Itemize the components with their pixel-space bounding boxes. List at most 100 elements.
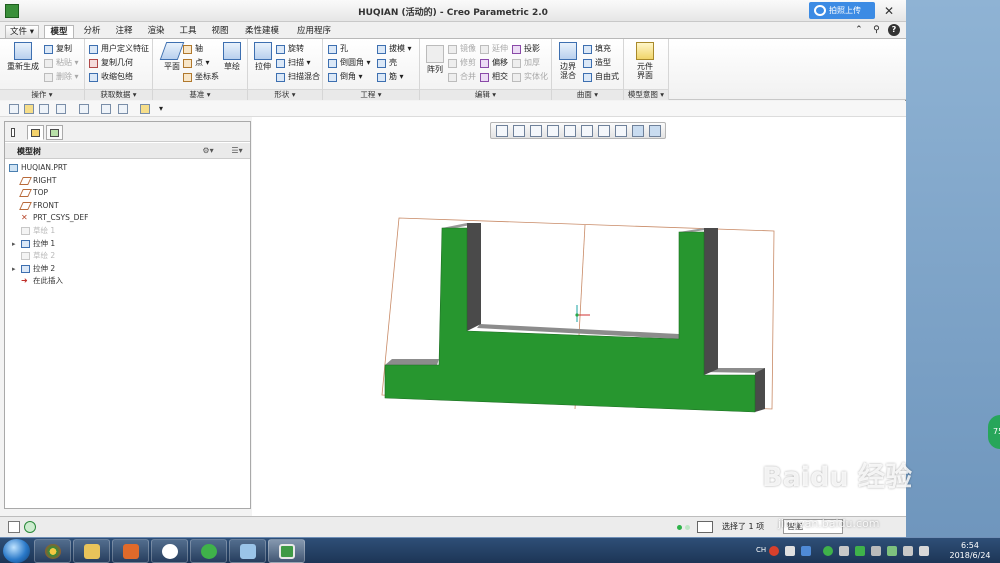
taskbar-creo[interactable] [268, 539, 305, 563]
side-float-bubble[interactable]: 75 [988, 415, 1000, 449]
tree-node[interactable]: RIGHT [5, 175, 250, 188]
saved-views-icon[interactable] [581, 125, 593, 137]
round-button[interactable]: 倒圆角 ▾ [328, 57, 371, 69]
delete-button[interactable]: 删除 ▾ [44, 71, 79, 83]
group-label-datum[interactable]: 基准 ▾ [153, 89, 247, 100]
tray-flag-icon[interactable] [903, 546, 913, 556]
shrinkwrap-button[interactable]: 收缩包络 [89, 71, 133, 83]
pattern-button[interactable]: 阵列 [418, 45, 452, 74]
boundary-blend-button[interactable]: 边界混合 [551, 42, 585, 80]
tab-tools[interactable]: 工具 [174, 25, 202, 38]
taskbar-paint[interactable] [229, 539, 266, 563]
shell-button[interactable]: 壳 [377, 57, 397, 69]
revolve-button[interactable]: 旋转 [276, 43, 304, 55]
start-button[interactable] [3, 539, 30, 563]
extrude-button[interactable]: 拉伸 [246, 42, 280, 71]
refit-icon[interactable] [496, 125, 508, 137]
rib-button[interactable]: 筋 ▾ [377, 71, 404, 83]
style-button[interactable]: 造型 [583, 57, 611, 69]
tray-volume-icon[interactable] [919, 546, 929, 556]
hole-button[interactable]: 孔 [328, 43, 348, 55]
fill-button[interactable]: 填充 [583, 43, 611, 55]
point-button[interactable]: 点 ▾ [183, 57, 210, 69]
project-button[interactable]: 投影 [512, 43, 540, 55]
merge-button[interactable]: 合并 [448, 71, 476, 83]
tree-columns-icon[interactable]: ☰▾ [231, 145, 243, 157]
tree-node[interactable]: ▸ 拉伸 1 [5, 238, 250, 251]
tree-node[interactable]: ➜ 在此插入 [5, 275, 250, 288]
tab-view[interactable]: 视图 [206, 25, 234, 38]
sketch-button[interactable]: 草绘 [215, 42, 249, 71]
tab-applications[interactable]: 应用程序 [290, 25, 338, 38]
tree-node[interactable]: 草绘 2 [5, 250, 250, 263]
group-label-operations[interactable]: 操作 ▾ [0, 89, 84, 100]
tree-toggle-icon[interactable] [8, 125, 25, 140]
taskbar-media[interactable] [112, 539, 149, 563]
csys-button[interactable]: 坐标系 [183, 71, 219, 83]
taskbar-explorer[interactable] [73, 539, 110, 563]
freestyle-button[interactable]: 自由式 [583, 71, 619, 83]
help-icon[interactable]: ? [888, 24, 900, 36]
trim-button[interactable]: 修剪 [448, 57, 476, 69]
toggle-navigator-icon[interactable] [8, 521, 20, 533]
component-interface-button[interactable]: 元件界面 [628, 42, 662, 80]
new-icon[interactable] [9, 104, 19, 114]
sweep-button[interactable]: 扫描 ▾ [276, 57, 311, 69]
graphics-viewport[interactable] [252, 117, 906, 516]
tab-render[interactable]: 渲染 [142, 25, 170, 38]
redo-icon[interactable] [79, 104, 89, 114]
tree-node[interactable]: TOP [5, 187, 250, 200]
group-label-model-intent[interactable]: 模型意图 ▾ [624, 89, 668, 100]
customize-qat-icon[interactable]: ▾ [159, 104, 166, 114]
minimize-ribbon-icon[interactable]: ⌃ [853, 24, 865, 36]
group-label-engineering[interactable]: 工程 ▾ [323, 89, 419, 100]
tab-model[interactable]: 模型 [44, 25, 74, 38]
language-indicator[interactable]: CH [756, 546, 766, 554]
paste-button[interactable]: 粘贴 ▾ [44, 57, 79, 69]
group-label-shapes[interactable]: 形状 ▾ [248, 89, 322, 100]
annotation-display-icon[interactable] [649, 125, 661, 137]
tab-annotate[interactable]: 注释 [110, 25, 138, 38]
tree-node[interactable]: ✕ PRT_CSYS_DEF [5, 212, 250, 225]
tab-flexible-modeling[interactable]: 柔性建模 [238, 25, 286, 38]
tree-node[interactable]: ▸ 拉伸 2 [5, 263, 250, 276]
tree-expand-icon[interactable]: ▸ [12, 263, 16, 275]
zoom-in-icon[interactable] [513, 125, 525, 137]
save-icon[interactable] [39, 104, 49, 114]
chamfer-button[interactable]: 倒角 ▾ [328, 71, 363, 83]
file-menu[interactable]: 文件 ▾ [5, 25, 39, 38]
copy-geometry-button[interactable]: 复制几何 [89, 57, 133, 69]
search-icon[interactable]: ⚲ [870, 24, 882, 36]
undo-icon[interactable] [56, 104, 66, 114]
folder-browser-tab[interactable] [46, 125, 63, 140]
thicken-button[interactable]: 加厚 [512, 57, 540, 69]
browser-icon[interactable] [24, 521, 36, 533]
regenerate-small-icon[interactable] [101, 104, 111, 114]
close-window-icon[interactable] [140, 104, 150, 114]
extend-button[interactable]: 延伸 [480, 43, 508, 55]
group-label-surfaces[interactable]: 曲面 ▾ [552, 89, 623, 100]
tray-bell-icon[interactable] [839, 546, 849, 556]
zoom-out-icon[interactable] [530, 125, 542, 137]
draft-button[interactable]: 拔模 ▾ [377, 43, 412, 55]
tree-node[interactable]: HUQIAN.PRT [5, 162, 250, 175]
tray-network-icon[interactable] [871, 546, 881, 556]
view-manager-icon[interactable] [598, 125, 610, 137]
tray-sogou-icon[interactable] [769, 546, 779, 556]
model-tree-tab[interactable] [27, 125, 44, 140]
udf-button[interactable]: 用户定义特征 [89, 43, 149, 55]
windows-icon[interactable] [118, 104, 128, 114]
close-icon[interactable]: ✕ [882, 4, 896, 18]
tray-360-icon[interactable] [823, 546, 833, 556]
mirror-button[interactable]: 镜像 [448, 43, 476, 55]
repaint-icon[interactable] [547, 125, 559, 137]
tab-analysis[interactable]: 分析 [78, 25, 106, 38]
find-icon[interactable] [697, 521, 713, 533]
spin-center-icon[interactable] [632, 125, 644, 137]
axis-button[interactable]: 轴 [183, 43, 203, 55]
group-label-get-data[interactable]: 获取数据 ▾ [85, 89, 152, 100]
datum-display-icon[interactable] [615, 125, 627, 137]
solidify-button[interactable]: 实体化 [512, 71, 548, 83]
display-style-icon[interactable] [564, 125, 576, 137]
taskbar-360[interactable] [190, 539, 227, 563]
